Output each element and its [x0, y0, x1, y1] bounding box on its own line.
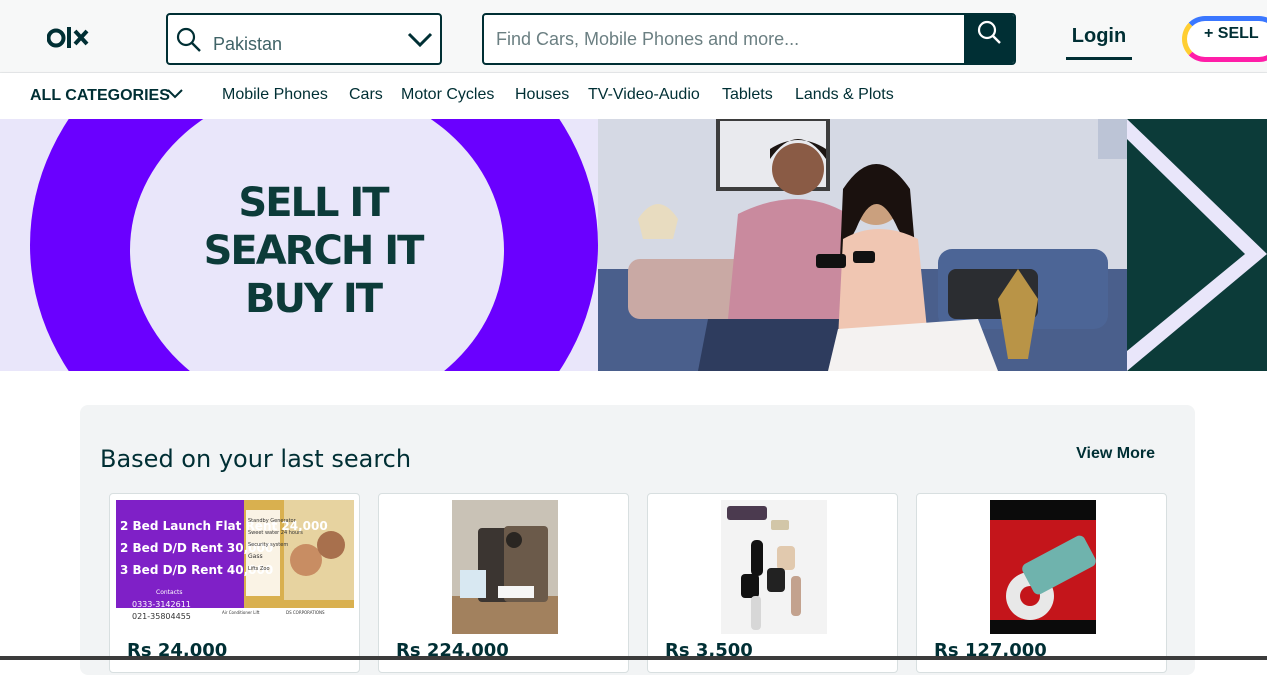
banner-photo	[598, 119, 1127, 371]
category-link-lands-plots[interactable]: Lands & Plots	[795, 86, 894, 104]
view-more-link[interactable]: View More	[1076, 445, 1155, 463]
listing-image-text: 0333-3142611	[132, 600, 191, 609]
chevron-down-icon[interactable]	[166, 87, 184, 101]
listing-card[interactable]: 2 Bed Launch Flat Rent 24,000 2 Bed D/D …	[109, 493, 360, 673]
listing-image	[721, 500, 827, 634]
banner-arrow-shape	[1127, 119, 1267, 371]
listing-image-graphic	[990, 500, 1096, 634]
listing-image-text: Standby Generator	[248, 518, 297, 524]
listing-image-text: Security system	[248, 542, 288, 548]
listing-image-graphic	[452, 500, 558, 634]
banner-photo-illustration	[598, 119, 1127, 371]
listing-image	[452, 500, 558, 634]
listing-image-graphic: 2 Bed Launch Flat Rent 24,000 2 Bed D/D …	[116, 500, 354, 624]
banner-right-panel	[1127, 119, 1267, 371]
listing-image-text: Air Conditioner Lift	[222, 610, 260, 615]
category-link-tv-video-audio[interactable]: TV-Video-Audio	[588, 86, 700, 104]
hero-banner[interactable]: SELL IT SEARCH IT BUY IT	[0, 119, 1267, 371]
listing-image-graphic	[721, 500, 827, 634]
category-link-mobile-phones[interactable]: Mobile Phones	[222, 86, 328, 104]
search-icon	[176, 27, 201, 52]
sell-button[interactable]: + SELL	[1182, 16, 1267, 62]
listing-image-text: Sweet water 24 hours	[248, 530, 303, 536]
listing-card[interactable]: Rs 127,000	[916, 493, 1167, 673]
sell-button-label: + SELL	[1204, 25, 1259, 42]
search-button[interactable]	[964, 15, 1014, 63]
listing-image-text: Gass	[248, 553, 263, 560]
search-bar	[482, 13, 1016, 65]
section-title: Based on your last search	[100, 445, 412, 473]
slogan-line: SEARCH IT	[203, 228, 425, 274]
bottom-edge	[0, 656, 1267, 660]
category-link-tablets[interactable]: Tablets	[722, 86, 773, 104]
category-nav: ALL CATEGORIES Mobile Phones Cars Motor …	[0, 73, 1267, 119]
category-link-houses[interactable]: Houses	[515, 86, 569, 104]
all-categories-button[interactable]: ALL CATEGORIES	[30, 87, 170, 105]
olx-logo[interactable]	[47, 24, 97, 52]
chevron-down-icon[interactable]	[406, 29, 434, 49]
top-header: Pakistan Login + SELL	[0, 0, 1267, 73]
category-link-motor-cycles[interactable]: Motor Cycles	[401, 86, 494, 104]
search-icon	[977, 20, 1001, 44]
location-value: Pakistan	[213, 34, 283, 54]
location-selector[interactable]: Pakistan	[166, 13, 442, 65]
listing-image-text: Contacts	[156, 589, 182, 596]
listing-card[interactable]: Rs 3,500	[647, 493, 898, 673]
banner-slogan: SELL IT SEARCH IT BUY IT	[198, 179, 428, 323]
listing-image-text: DS CORPORATIONS	[286, 610, 325, 615]
listing-card[interactable]: Rs 224,000	[378, 493, 629, 673]
listing-image	[990, 500, 1096, 634]
listing-image-text: Lifts Zoo	[248, 566, 270, 572]
slogan-line: SELL IT	[238, 180, 389, 226]
login-link[interactable]: Login	[1066, 22, 1132, 60]
listing-image: 2 Bed Launch Flat Rent 24,000 2 Bed D/D …	[116, 500, 354, 624]
slogan-line: BUY IT	[244, 276, 383, 322]
search-input[interactable]	[496, 15, 956, 63]
category-link-cars[interactable]: Cars	[349, 86, 383, 104]
banner-graphic: SELL IT SEARCH IT BUY IT	[0, 119, 598, 371]
listing-image-text: 021-35804455	[132, 612, 191, 621]
